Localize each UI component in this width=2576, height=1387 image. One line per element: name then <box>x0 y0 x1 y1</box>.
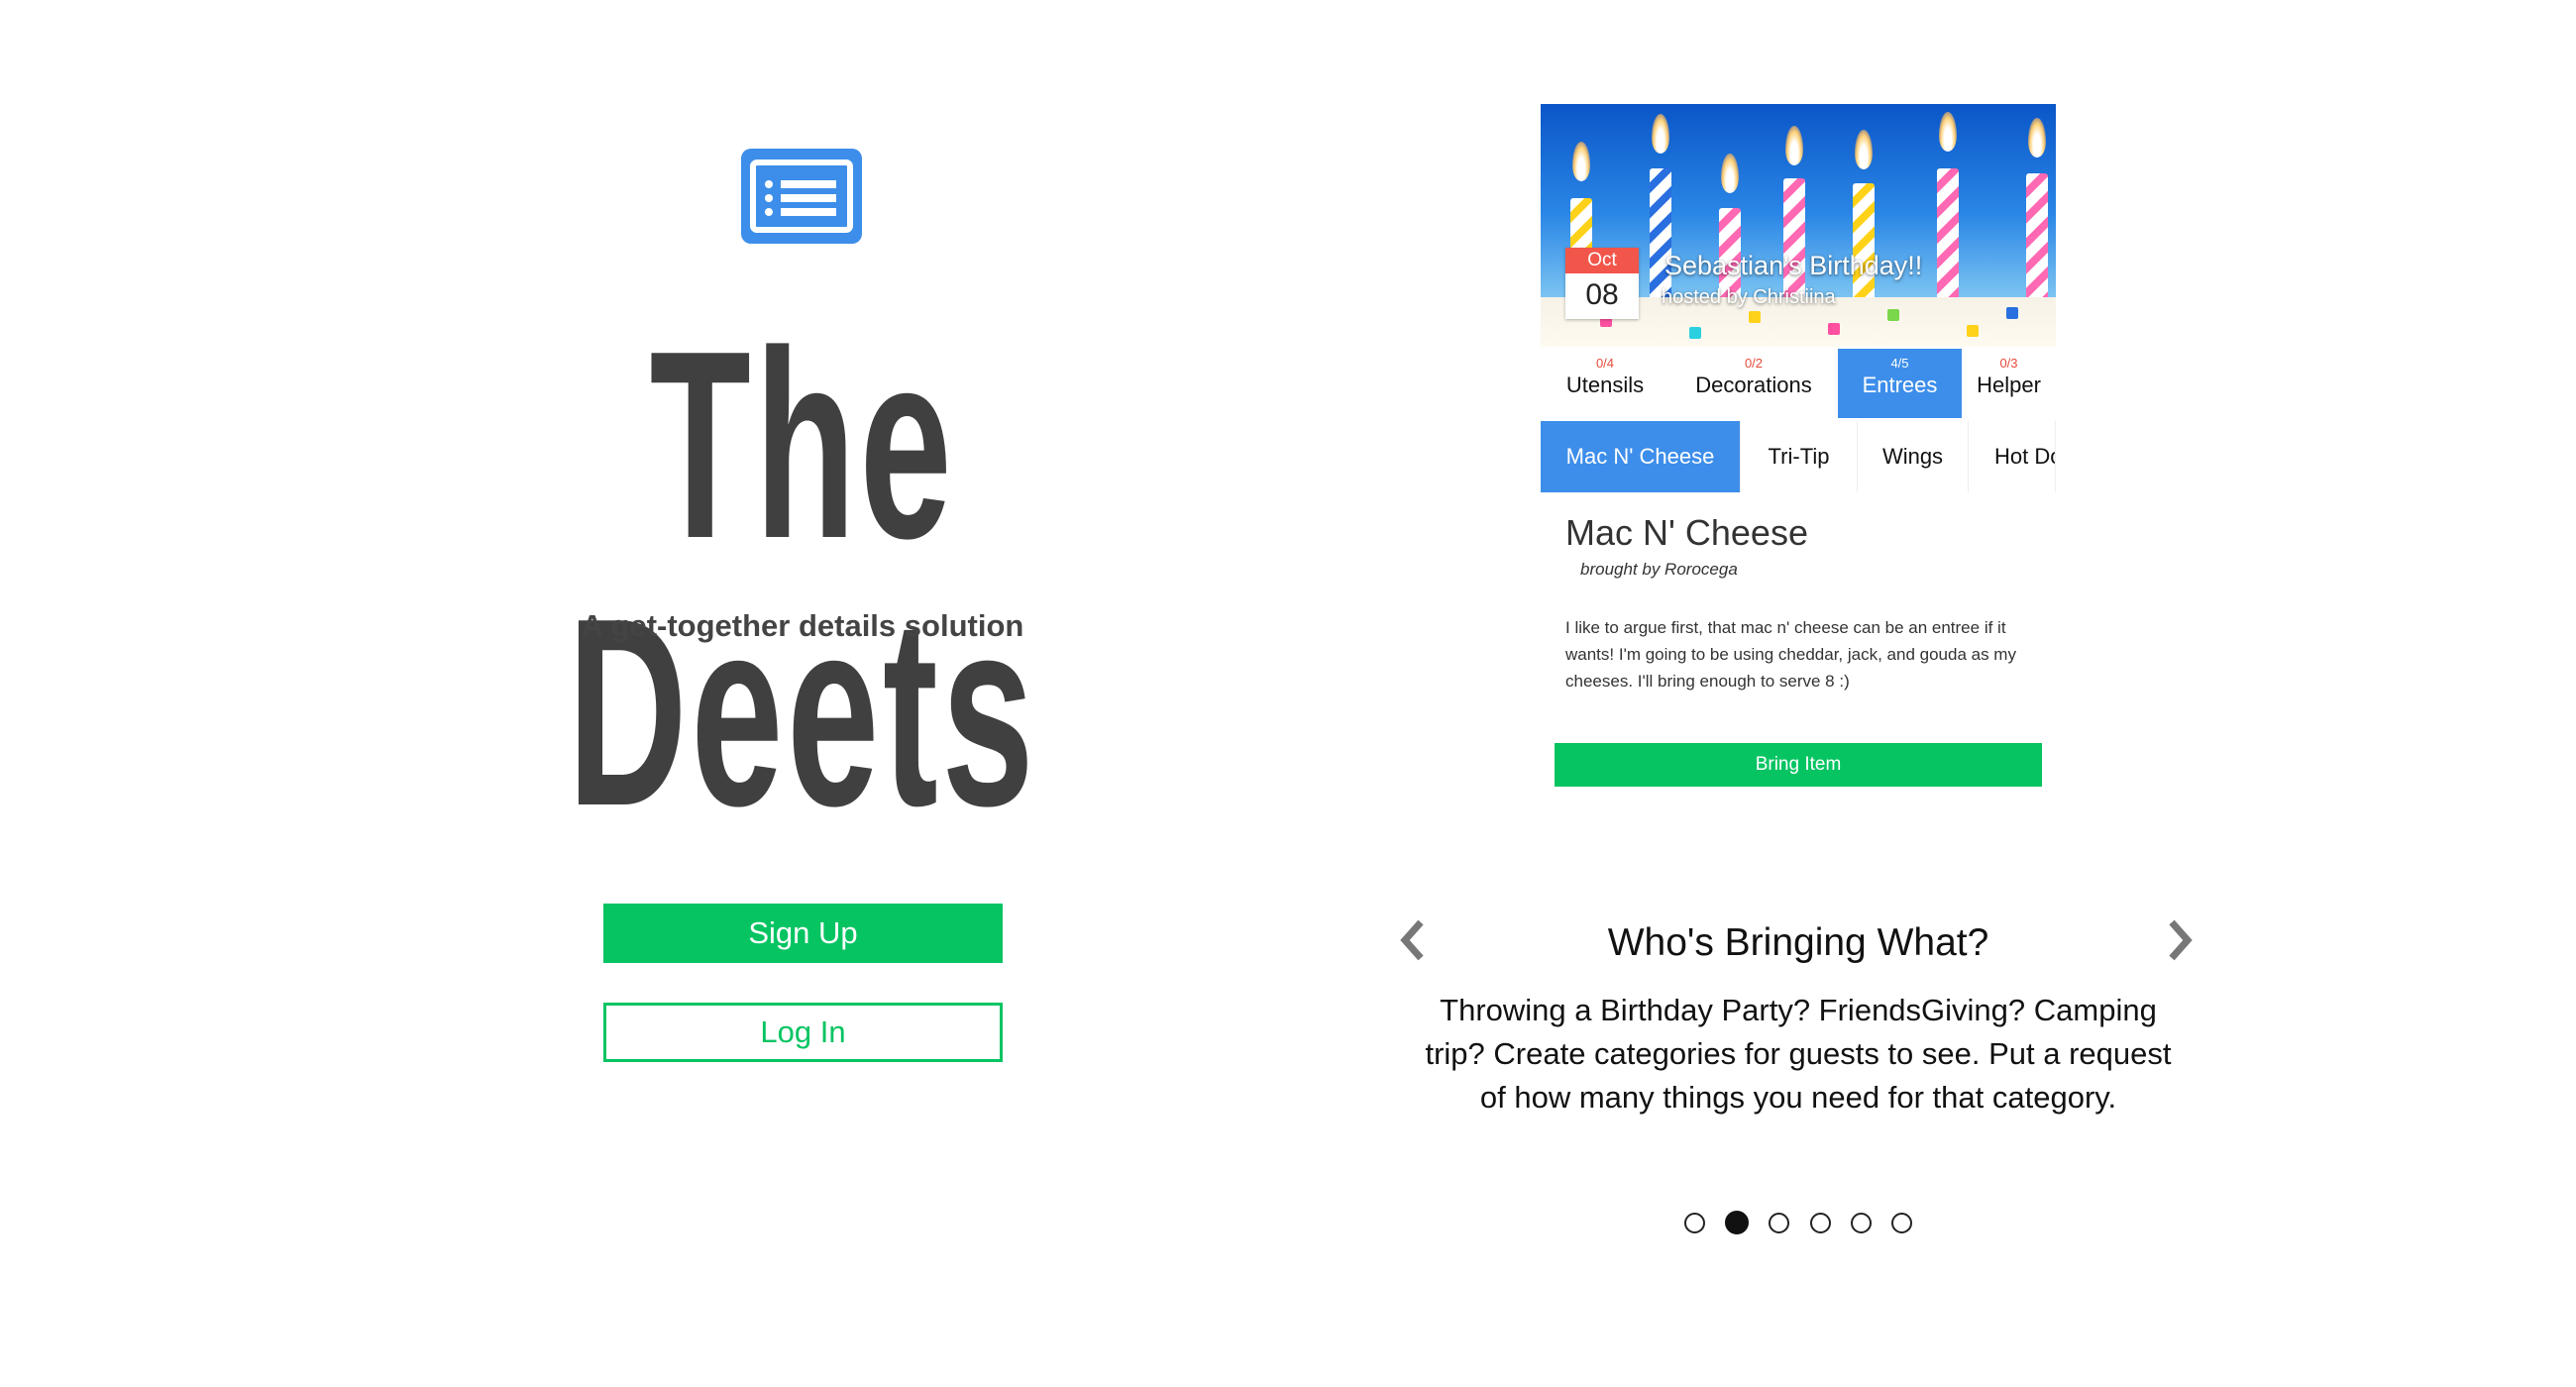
item-tab-wings[interactable]: Wings <box>1858 421 1969 492</box>
event-host: hosted by Christiina <box>1662 286 1836 308</box>
item-tab-hot-dogs[interactable]: Hot Do <box>1969 421 2056 492</box>
item-tabs: Mac N' Cheese Tri-Tip Wings Hot Do <box>1541 421 2056 492</box>
event-title: Sebastian's Birthday!! <box>1664 251 1923 280</box>
item-tab-tri-tip[interactable]: Tri-Tip <box>1741 421 1858 492</box>
category-label: Entrees <box>1862 373 1938 397</box>
carousel-dot[interactable] <box>1809 1212 1831 1233</box>
category-count: 0/2 <box>1744 356 1764 371</box>
category-tab-entrees[interactable]: 4/5 Entrees <box>1838 349 1962 418</box>
carousel-dot[interactable] <box>1769 1212 1790 1233</box>
category-count: 4/5 <box>1890 356 1909 371</box>
item-description: I like to argue first, that mac n' chees… <box>1565 618 2016 691</box>
event-month: Oct <box>1565 248 1639 273</box>
category-label: Decorations <box>1695 373 1812 397</box>
item-name: Mac N' Cheese <box>1565 512 1808 553</box>
category-tab-decorations[interactable]: 0/2 Decorations <box>1669 349 1838 418</box>
carousel-dot[interactable] <box>1850 1212 1872 1233</box>
sign-up-button[interactable]: Sign Up <box>603 904 1003 963</box>
event-day: 08 <box>1585 278 1619 311</box>
item-brought-by: brought by Rorocega <box>1580 560 1738 579</box>
category-tabs: 0/4 Utensils 0/2 Decorations 4/5 Entrees… <box>1541 349 2056 418</box>
category-tab-utensils[interactable]: 0/4 Utensils <box>1541 349 1669 418</box>
item-tab-mac-n-cheese[interactable]: Mac N' Cheese <box>1541 421 1741 492</box>
carousel-dot[interactable] <box>1684 1212 1705 1233</box>
event-hero-image: Oct 08 Sebastian's Birthday!! hosted by … <box>1541 104 2056 347</box>
bring-item-button[interactable]: Bring Item <box>1555 743 2042 787</box>
carousel-dots <box>1684 1211 1912 1234</box>
carousel-dot[interactable] <box>1890 1212 1912 1233</box>
app-title: The Deets <box>567 296 1038 862</box>
tagline: A get-together details solution <box>581 608 1024 643</box>
landing-page: The Deets A get-together details solutio… <box>0 0 2576 1387</box>
list-icon <box>741 149 862 244</box>
slide-text: Throwing a Birthday Party? FriendsGiving… <box>1425 993 2172 1115</box>
category-tab-helper[interactable]: 0/3 Helper <box>1962 349 2056 418</box>
app-preview: Oct 08 Sebastian's Birthday!! hosted by … <box>1541 104 2056 798</box>
carousel-dot-active[interactable] <box>1725 1211 1750 1234</box>
category-count: 0/4 <box>1595 356 1615 371</box>
slide-title: Who's Bringing What? <box>1607 921 1989 964</box>
log-in-button[interactable]: Log In <box>603 1003 1003 1062</box>
category-count: 0/3 <box>1999 356 2018 371</box>
category-label: Helper <box>1977 373 2041 397</box>
category-label: Utensils <box>1565 373 1645 397</box>
event-date-badge: Oct 08 <box>1565 248 1639 319</box>
